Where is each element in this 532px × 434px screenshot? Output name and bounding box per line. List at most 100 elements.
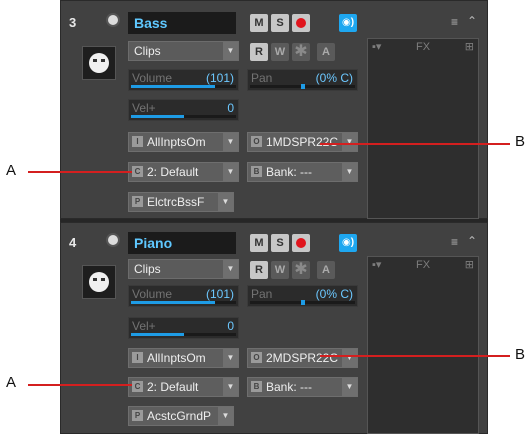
track-name-field[interactable]: Piano — [128, 232, 236, 254]
automation-read-button[interactable]: R — [250, 43, 268, 61]
freeze-icon[interactable]: ✱ — [292, 43, 310, 61]
volume-label: Volume — [132, 71, 173, 85]
patch-value: ElctrcBssF — [147, 195, 205, 209]
volume-slider[interactable]: Volume (101) — [128, 285, 239, 307]
patch-icon: P — [132, 410, 143, 421]
collapse-arrow-icon[interactable]: ⌃ — [467, 14, 477, 28]
velocity-label: Vel+ — [132, 101, 156, 115]
archive-button[interactable]: A — [317, 43, 335, 61]
freeze-icon[interactable]: ✱ — [292, 261, 310, 279]
velocity-fill — [131, 333, 184, 336]
input-echo-icon: ◉) — [341, 17, 355, 28]
record-arm-button[interactable] — [292, 14, 310, 32]
clips-label: Clips — [134, 262, 161, 276]
bank-icon: B — [251, 166, 262, 177]
pan-label: Pan — [251, 287, 273, 301]
volume-slider[interactable]: Volume (101) — [128, 69, 239, 91]
track-number: 4 — [69, 235, 77, 250]
input-dropdown[interactable]: I AllInptsOm ▼ — [128, 132, 239, 152]
midi-track-icon — [106, 13, 120, 27]
chevron-down-icon: ▼ — [218, 407, 233, 425]
collapse-arrow-icon[interactable]: ⌃ — [467, 234, 477, 248]
input-echo-icon: ◉) — [341, 237, 355, 248]
fx-bin[interactable]: ▪▾ FX ⊞ — [367, 38, 479, 219]
bank-icon: B — [251, 381, 262, 392]
velocity-slider[interactable]: Vel+ 0 — [128, 99, 239, 121]
patch-dropdown[interactable]: P ElctrcBssF ▼ — [128, 192, 234, 212]
input-icon: I — [132, 136, 143, 147]
channel-value: 2: Default — [147, 165, 199, 179]
channel-icon: C — [132, 381, 143, 392]
solo-button[interactable]: S — [271, 14, 289, 32]
archive-button[interactable]: A — [317, 261, 335, 279]
callout-line-b-top — [320, 143, 510, 145]
track-strip-bass: 3 Bass M S ◉) ≡ ⌃ Clips ▼ R W ✱ A Volume… — [60, 0, 488, 219]
output-dropdown[interactable]: O 2MDSPR22C ▼ — [247, 348, 358, 368]
fx-bin[interactable]: ▪▾ FX ⊞ — [367, 256, 479, 434]
velocity-value: 0 — [227, 319, 234, 333]
output-icon: O — [251, 352, 262, 363]
input-echo-button[interactable]: ◉) — [339, 234, 357, 252]
patch-dropdown[interactable]: P AcstcGrndP ▼ — [128, 406, 234, 426]
track-strip-piano: 4 Piano M S ◉) ≡ ⌃ Clips ▼ R W ✱ A Volum… — [60, 222, 488, 434]
clips-dropdown[interactable]: Clips ▼ — [128, 41, 239, 61]
chevron-down-icon: ▼ — [342, 163, 357, 181]
record-arm-button[interactable] — [292, 234, 310, 252]
track-number: 3 — [69, 15, 77, 30]
pan-thumb — [300, 84, 305, 89]
fx-add-icon[interactable]: ⊞ — [465, 40, 474, 53]
fx-toggle-icon[interactable]: ▪▾ — [372, 258, 381, 271]
pan-value: (0% C) — [315, 71, 353, 85]
automation-write-button[interactable]: W — [271, 261, 289, 279]
fx-toggle-icon[interactable]: ▪▾ — [372, 40, 381, 53]
record-icon — [296, 18, 306, 28]
track-name-field[interactable]: Bass — [128, 12, 236, 34]
output-value: 2MDSPR22C — [266, 351, 339, 365]
chevron-down-icon: ▼ — [342, 349, 357, 367]
automation-write-button[interactable]: W — [271, 43, 289, 61]
midi-instrument-icon — [82, 265, 116, 299]
chevron-down-icon: ▼ — [218, 193, 233, 211]
chevron-down-icon: ▼ — [223, 260, 238, 278]
pan-label: Pan — [251, 71, 273, 85]
channel-value: 2: Default — [147, 380, 199, 394]
chevron-down-icon: ▼ — [342, 133, 357, 151]
input-value: AllInptsOm — [147, 351, 206, 365]
input-dropdown[interactable]: I AllInptsOm ▼ — [128, 348, 239, 368]
patch-value: AcstcGrndP — [147, 409, 212, 423]
input-value: AllInptsOm — [147, 135, 206, 149]
pan-thumb — [300, 300, 305, 305]
patch-icon: P — [132, 196, 143, 207]
bank-dropdown[interactable]: B Bank: --- ▼ — [247, 162, 358, 182]
output-dropdown[interactable]: O 1MDSPR22C ▼ — [247, 132, 358, 152]
automation-read-button[interactable]: R — [250, 261, 268, 279]
callout-b-bottom: B — [515, 346, 526, 363]
callout-a-top: A — [6, 162, 17, 179]
mute-button[interactable]: M — [250, 234, 268, 252]
volume-value: (101) — [205, 287, 234, 301]
callout-line-a-bottom — [28, 384, 132, 386]
channel-dropdown[interactable]: C 2: Default ▼ — [128, 162, 239, 182]
bank-dropdown[interactable]: B Bank: --- ▼ — [247, 377, 358, 397]
mute-button[interactable]: M — [250, 14, 268, 32]
fx-label: FX — [416, 259, 431, 271]
callout-line-b-bottom — [320, 355, 510, 357]
solo-button[interactable]: S — [271, 234, 289, 252]
fx-add-icon[interactable]: ⊞ — [465, 258, 474, 271]
pan-slider[interactable]: Pan (0% C) — [247, 69, 358, 91]
clips-label: Clips — [134, 44, 161, 58]
chevron-down-icon: ▼ — [223, 349, 238, 367]
clips-dropdown[interactable]: Clips ▼ — [128, 259, 239, 279]
chevron-down-icon: ▼ — [342, 378, 357, 396]
chevron-down-icon: ▼ — [223, 378, 238, 396]
record-icon — [296, 238, 306, 248]
chevron-down-icon: ▼ — [223, 163, 238, 181]
output-value: 1MDSPR22C — [266, 135, 339, 149]
track-menu-icon[interactable]: ≡ — [451, 235, 458, 249]
velocity-slider[interactable]: Vel+ 0 — [128, 317, 239, 339]
input-echo-button[interactable]: ◉) — [339, 14, 357, 32]
channel-icon: C — [132, 166, 143, 177]
channel-dropdown[interactable]: C 2: Default ▼ — [128, 377, 239, 397]
pan-slider[interactable]: Pan (0% C) — [247, 285, 358, 307]
track-menu-icon[interactable]: ≡ — [451, 15, 458, 29]
